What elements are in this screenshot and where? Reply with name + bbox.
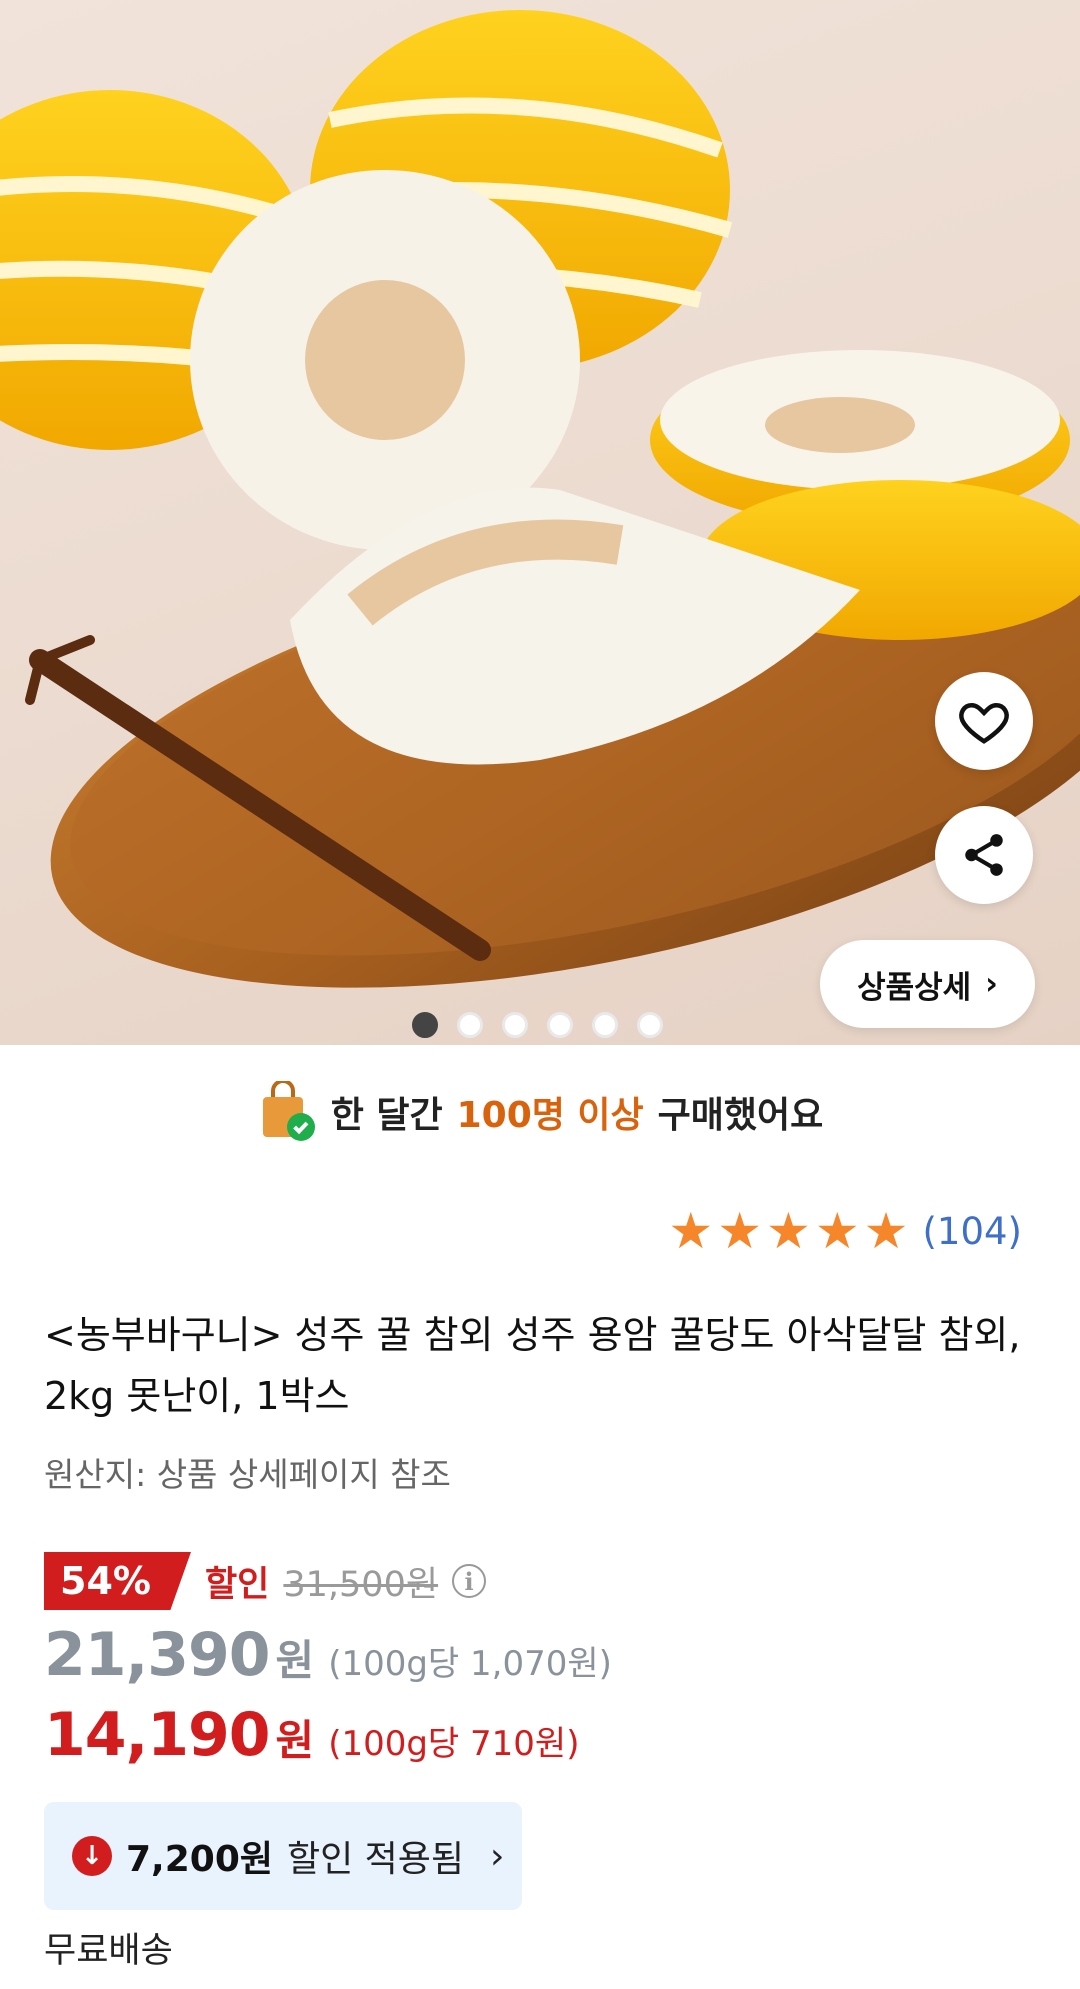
final-unit-price: (100g당 710원) xyxy=(328,1724,580,1764)
product-detail-button[interactable]: 상품상세 › xyxy=(820,940,1035,1028)
product-detail-label: 상품상세 xyxy=(857,969,972,1006)
sale-price: 21,390 xyxy=(44,1620,271,1690)
product-photo xyxy=(0,10,1080,988)
arrow-down-icon: ↓ xyxy=(72,1836,112,1876)
carousel-dot-6[interactable] xyxy=(637,1012,663,1038)
chevron-right-icon: › xyxy=(490,1835,505,1877)
shopping-bag-check-icon xyxy=(262,1081,315,1141)
info-icon[interactable]: i xyxy=(452,1564,487,1598)
share-button[interactable] xyxy=(935,806,1033,904)
review-count-link[interactable]: (104) xyxy=(923,1210,1023,1253)
wishlist-button[interactable] xyxy=(935,672,1033,770)
star-icon: ★ xyxy=(668,1202,714,1260)
discount-label: 할인 xyxy=(204,1564,270,1605)
carousel-dot-1[interactable] xyxy=(412,1012,438,1038)
coupon-applied-button[interactable]: ↓ 7,200원 할인 적용됨 › xyxy=(44,1802,522,1910)
shipping-info: 무료배송 xyxy=(44,1931,173,1971)
carousel-dot-2[interactable] xyxy=(457,1012,483,1038)
carousel-dot-4[interactable] xyxy=(547,1012,573,1038)
chevron-right-icon: › xyxy=(985,966,998,1002)
final-price-row: 14,190 원 (100g당 710원) xyxy=(44,1700,579,1770)
product-image-carousel[interactable]: 상품상세 › xyxy=(0,0,1080,1045)
buyers-banner: 한 달간 100명 이상 구매했어요 xyxy=(0,1070,1080,1154)
carousel-indicator xyxy=(412,1012,663,1038)
discount-row: 54% 할인 31,500원 i xyxy=(44,1552,487,1610)
sale-price-unit: 원 xyxy=(275,1636,315,1685)
original-price: 31,500원 xyxy=(283,1564,439,1605)
buyers-suffix: 구매했어요 xyxy=(657,1095,824,1136)
product-origin: 원산지: 상품 상세페이지 참조 xyxy=(44,1455,451,1494)
coupon-label: 할인 적용됨 xyxy=(287,1839,465,1880)
heart-icon xyxy=(959,702,1009,744)
sale-unit-price: (100g당 1,070원) xyxy=(328,1644,612,1684)
coupon-amount: 7,200원 xyxy=(126,1839,273,1880)
discount-badge: 54% xyxy=(44,1552,191,1610)
buyers-prefix: 한 달간 xyxy=(330,1095,443,1136)
product-title: <농부바구니> 성주 꿀 참외 성주 용암 꿀당도 아삭달달 참외, 2kg 못… xyxy=(44,1313,1021,1418)
final-price: 14,190 xyxy=(44,1700,271,1770)
rating-summary[interactable]: ★ ★ ★ ★ ★ (104) xyxy=(668,1206,1022,1256)
star-icon: ★ xyxy=(717,1202,763,1260)
carousel-dot-3[interactable] xyxy=(502,1012,528,1038)
sale-price-row: 21,390 원 (100g당 1,070원) xyxy=(44,1620,612,1690)
carousel-dot-5[interactable] xyxy=(592,1012,618,1038)
final-price-unit: 원 xyxy=(275,1716,315,1765)
buyers-highlight: 100명 이상 xyxy=(456,1095,644,1136)
star-icon: ★ xyxy=(766,1202,811,1260)
share-icon xyxy=(965,834,1003,876)
star-icon: ★ xyxy=(814,1202,860,1260)
star-icon: ★ xyxy=(863,1202,909,1260)
